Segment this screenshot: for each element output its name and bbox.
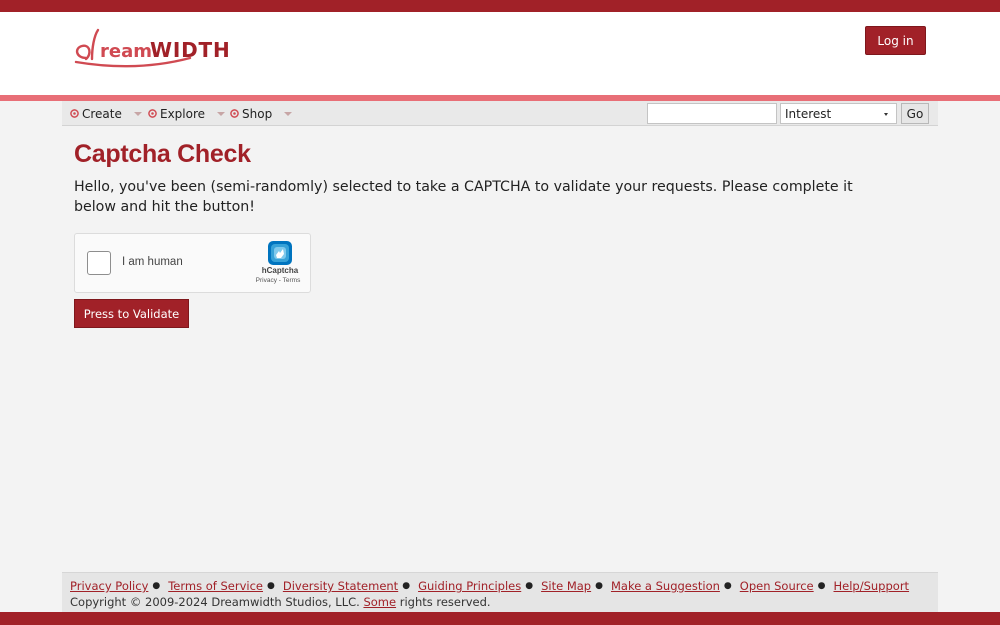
site-header: ream WIDTH Log in — [0, 12, 1000, 95]
footer-link-guiding-principles[interactable]: Guiding Principles — [418, 579, 521, 593]
copyright-text: Copyright © 2009-2024 Dreamwidth Studios… — [70, 595, 360, 609]
swirl-icon — [148, 109, 157, 118]
top-bar — [0, 0, 1000, 12]
site-footer: Privacy Policy ● Terms of Service ● Divers… — [62, 572, 938, 612]
hcaptcha-link-separator: - — [278, 277, 281, 284]
captcha-label: I am human — [122, 256, 183, 268]
dreamwidth-logo[interactable]: ream WIDTH — [72, 28, 267, 70]
swirl-icon — [70, 109, 79, 118]
copyright-notice: Copyright © 2009-2024 Dreamwidth Studios… — [70, 595, 930, 610]
hcaptcha-links: Privacy - Terms — [243, 277, 313, 284]
footer-link-open-source[interactable]: Open Source — [740, 579, 814, 593]
page-title: Captcha Check — [74, 140, 251, 168]
bullet-separator: ● — [595, 581, 603, 591]
search-type-select[interactable]: Interest — [780, 103, 897, 124]
nav-item-label: Create — [82, 106, 122, 121]
bullet-separator: ● — [723, 581, 732, 591]
bullet-separator: ● — [402, 581, 411, 591]
search-go-button[interactable]: Go — [901, 103, 929, 124]
search-input[interactable] — [647, 103, 777, 124]
bullet-separator: ● — [525, 581, 534, 591]
svg-text:WIDTH: WIDTH — [150, 38, 230, 62]
footer-link-help-support[interactable]: Help/Support — [834, 579, 910, 593]
bullet-separator: ● — [817, 581, 826, 591]
hcaptcha-brand: hCaptcha — [261, 266, 299, 275]
footer-link-diversity-statement[interactable]: Diversity Statement — [283, 579, 398, 593]
chevron-down-icon — [133, 112, 142, 116]
footer-links: Privacy Policy ● Terms of Service ● Divers… — [70, 578, 930, 594]
copyright-suffix: rights reserved. — [399, 595, 491, 609]
svg-text:ream: ream — [100, 41, 152, 62]
footer-link-make-a-suggestion[interactable]: Make a Suggestion — [611, 579, 720, 593]
hcaptcha-privacy-link[interactable]: Privacy — [256, 277, 277, 284]
copyright-license-link[interactable]: Some — [363, 595, 396, 609]
search-type-value: Interest — [785, 106, 832, 121]
intro-text: Hello, you've been (semi-randomly) selec… — [74, 179, 853, 215]
chevron-down-icon — [217, 112, 226, 116]
nav-item-explore[interactable]: Explore — [148, 101, 226, 126]
hcaptcha-terms-link[interactable]: Terms — [283, 277, 301, 284]
swirl-icon — [230, 109, 239, 118]
chevron-down-icon — [884, 113, 888, 116]
footer-link-terms-of-service[interactable]: Terms of Service — [168, 579, 263, 593]
bottom-bar — [0, 612, 1000, 625]
chevron-down-icon — [284, 112, 293, 116]
validate-button[interactable]: Press to Validate — [74, 299, 189, 328]
footer-link-site-map[interactable]: Site Map — [541, 579, 591, 593]
nav-item-label: Explore — [160, 106, 206, 121]
nav-item-label: Shop — [242, 106, 273, 121]
nav-bar: Create Explore Shop Interest Go — [62, 101, 938, 126]
captcha-checkbox[interactable] — [87, 251, 111, 275]
login-button[interactable]: Log in — [865, 26, 926, 55]
bullet-separator: ● — [267, 581, 275, 591]
hcaptcha-widget: I am human hCaptcha Privacy - Terms — [74, 233, 311, 293]
hcaptcha-icon — [268, 241, 292, 265]
nav-item-create[interactable]: Create — [70, 101, 142, 126]
nav-item-shop[interactable]: Shop — [230, 101, 293, 126]
bullet-separator: ● — [152, 581, 161, 591]
footer-link-privacy-policy[interactable]: Privacy Policy — [70, 579, 148, 593]
